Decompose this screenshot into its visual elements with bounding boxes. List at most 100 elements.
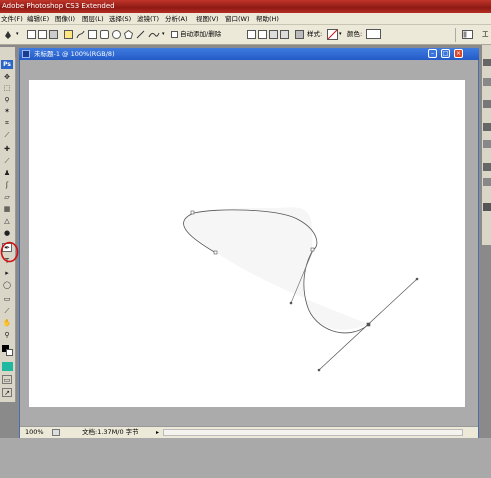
- paths-mode-icon[interactable]: [38, 30, 47, 39]
- menu-filter[interactable]: 滤镜(T): [137, 13, 159, 25]
- menu-select[interactable]: 选择(S): [109, 13, 131, 25]
- path-fill-area: [183, 207, 369, 330]
- document-size-info: 文档:1.37M/0 字节: [82, 428, 139, 436]
- path-drawing: [183, 207, 419, 372]
- menu-view[interactable]: 视图(V): [196, 13, 219, 25]
- workspace-icon[interactable]: [462, 30, 473, 39]
- panel-actions-icon[interactable]: [483, 123, 491, 131]
- document-title: 未标题-1 @ 100%(RGB/8): [34, 50, 115, 58]
- ps-document-icon: [22, 50, 30, 58]
- hand-tool-icon[interactable]: ✋: [2, 319, 12, 328]
- panel-brushes-icon[interactable]: [483, 163, 491, 171]
- zoom-tool-icon[interactable]: ⚲: [2, 331, 12, 340]
- eraser-tool-icon[interactable]: ▱: [2, 193, 12, 202]
- dodge-tool-icon[interactable]: ●: [2, 229, 12, 238]
- menu-layer[interactable]: 图层(L): [82, 13, 104, 25]
- magic-wand-tool-icon[interactable]: ✶: [2, 107, 12, 116]
- zoom-level[interactable]: 100%: [25, 427, 44, 438]
- menu-file[interactable]: 文件(F): [1, 13, 23, 25]
- custom-shape-icon[interactable]: [148, 30, 160, 39]
- path-selection-tool-icon[interactable]: ▸: [2, 269, 12, 278]
- document-canvas[interactable]: [29, 80, 465, 407]
- pen-tool-preset-icon[interactable]: [3, 30, 13, 40]
- menu-analysis[interactable]: 分析(A): [165, 13, 188, 25]
- gradient-tool-icon[interactable]: ▦: [2, 205, 12, 214]
- horizontal-scrollbar[interactable]: [163, 429, 463, 436]
- app-title: Adobe Photoshop CS3 Extended: [2, 2, 115, 10]
- ellipse-shape-icon[interactable]: [112, 30, 121, 39]
- crop-tool-icon[interactable]: ⌗: [2, 119, 12, 128]
- anchor-point[interactable]: [310, 247, 315, 252]
- options-divider: [455, 28, 456, 42]
- anchor-point[interactable]: [213, 250, 218, 255]
- menu-window[interactable]: 窗口(W): [225, 13, 250, 25]
- close-button[interactable]: ×: [454, 49, 463, 58]
- direction-handle[interactable]: [317, 368, 321, 372]
- anchor-point[interactable]: [190, 210, 195, 215]
- eyedropper-tool-icon[interactable]: ⟋: [2, 307, 12, 316]
- maximize-button[interactable]: □: [441, 49, 450, 58]
- style-dropdown-icon[interactable]: ▾: [339, 29, 342, 40]
- screen-mode-icon[interactable]: ▭: [2, 375, 12, 384]
- document-title-bar: 未标题-1 @ 100%(RGB/8) – □ ×: [19, 48, 479, 60]
- color-swatch[interactable]: [366, 29, 381, 39]
- panel-info-icon[interactable]: [483, 78, 491, 86]
- status-menu-icon[interactable]: [52, 429, 60, 436]
- imageready-icon[interactable]: ↗: [2, 388, 12, 397]
- rounded-rectangle-icon[interactable]: [100, 30, 109, 39]
- status-arrow-icon[interactable]: ▸: [156, 427, 159, 438]
- preset-dropdown-icon[interactable]: ▾: [16, 29, 19, 40]
- history-brush-tool-icon[interactable]: ʃ: [2, 181, 12, 190]
- menu-bar: 文件(F) 编辑(E) 图像(I) 图层(L) 选择(S) 滤镜(T) 分析(A…: [0, 13, 491, 25]
- fill-pixels-icon[interactable]: [49, 30, 58, 39]
- menu-image[interactable]: 图像(I): [55, 13, 75, 25]
- background-color-swatch[interactable]: [6, 349, 13, 356]
- line-shape-icon[interactable]: [136, 30, 145, 39]
- pen-tool-highlight-circle: [0, 241, 19, 263]
- combine-exclude-icon[interactable]: [280, 30, 289, 39]
- combine-intersect-icon[interactable]: [269, 30, 278, 39]
- move-tool-icon[interactable]: ✥: [2, 73, 12, 82]
- workspace-background: [0, 438, 491, 478]
- auto-add-delete-label: 自动添加/删除: [180, 30, 222, 38]
- panel-history-icon[interactable]: [483, 100, 491, 108]
- quick-mask-icon[interactable]: [2, 362, 13, 371]
- blur-tool-icon[interactable]: △: [2, 217, 12, 226]
- toolbox: Ps ✥ ⬚ ϙ ✶ ⌗ ⟋ ✚ ⟋ ♟ ʃ ▱ ▦ △ ● ✒ T ▸ ◯ ▭…: [0, 57, 16, 402]
- style-label: 样式:: [307, 30, 323, 38]
- shape-dropdown-icon[interactable]: ▾: [162, 29, 165, 40]
- polygon-shape-icon[interactable]: [124, 30, 133, 39]
- shape-layers-icon[interactable]: [27, 30, 36, 39]
- selected-anchor-point[interactable]: [366, 322, 371, 327]
- panel-layer-comps-icon[interactable]: [483, 203, 491, 211]
- link-style-icon[interactable]: [295, 30, 304, 39]
- lasso-tool-icon[interactable]: ϙ: [2, 95, 12, 104]
- healing-brush-tool-icon[interactable]: ✚: [2, 145, 12, 154]
- panel-clone-source-icon[interactable]: [483, 178, 491, 186]
- menu-help[interactable]: 帮助(H): [256, 13, 279, 25]
- color-label: 颜色:: [347, 30, 363, 38]
- direction-handle[interactable]: [289, 301, 293, 305]
- notes-tool-icon[interactable]: ▭: [2, 295, 12, 304]
- right-panel-dock: [482, 45, 491, 245]
- shape-tool-icon[interactable]: ◯: [2, 281, 12, 290]
- auto-add-delete-checkbox[interactable]: [171, 31, 178, 38]
- panel-navigator-icon[interactable]: [483, 59, 491, 66]
- brush-tool-icon[interactable]: ⟋: [2, 157, 12, 166]
- menu-edit[interactable]: 编辑(E): [27, 13, 49, 25]
- minimize-button[interactable]: –: [428, 49, 437, 58]
- combine-subtract-icon[interactable]: [258, 30, 267, 39]
- rectangle-shape-icon[interactable]: [88, 30, 97, 39]
- clone-stamp-tool-icon[interactable]: ♟: [2, 169, 12, 178]
- direction-handle[interactable]: [415, 277, 419, 281]
- ps-logo: Ps: [1, 60, 13, 69]
- slice-tool-icon[interactable]: ⟋: [2, 131, 12, 140]
- freeform-pen-icon[interactable]: [76, 30, 85, 39]
- options-bar: ▾ ▾ 自动添加/删除 样式: ▾ 颜色: 工: [0, 25, 491, 45]
- style-swatch-none-icon[interactable]: [327, 29, 338, 40]
- workspace-label[interactable]: 工: [482, 29, 489, 40]
- pen-icon[interactable]: [64, 30, 73, 39]
- panel-tool-presets-icon[interactable]: [483, 140, 491, 148]
- combine-add-icon[interactable]: [247, 30, 256, 39]
- marquee-tool-icon[interactable]: ⬚: [2, 84, 12, 93]
